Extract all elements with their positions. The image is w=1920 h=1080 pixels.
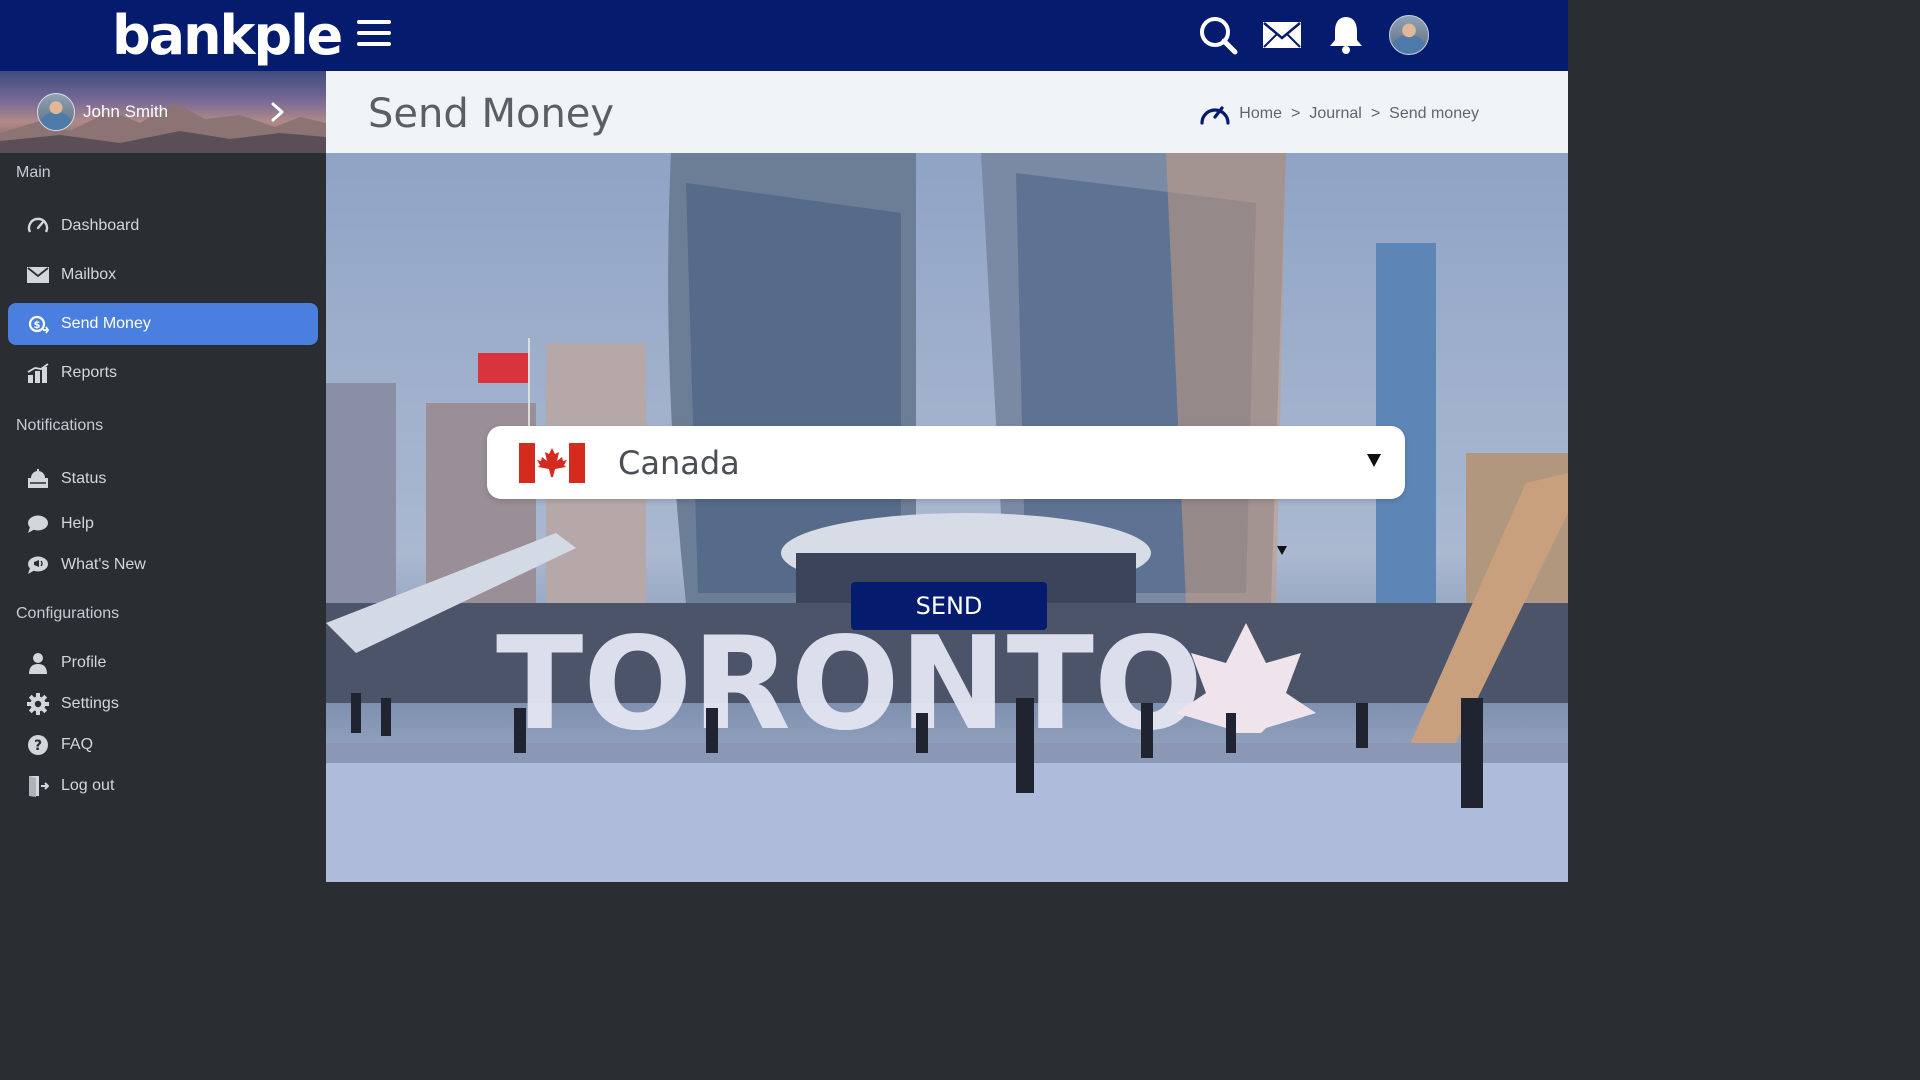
- sidebar-item-faq[interactable]: ? FAQ: [8, 724, 318, 766]
- sidebar-item-label: FAQ: [61, 736, 94, 753]
- bar-chart-icon: [26, 361, 50, 385]
- search-icon[interactable]: [1197, 14, 1239, 56]
- breadcrumb-current: Send money: [1389, 105, 1479, 122]
- money-transfer-icon: $: [26, 312, 50, 336]
- sidebar-item-reports[interactable]: Reports: [8, 352, 318, 394]
- user-name: John Smith: [83, 102, 169, 121]
- user-card[interactable]: John Smith: [0, 71, 326, 153]
- chat-bubble-icon: [26, 512, 50, 536]
- sidebar: John Smith Main Dashboard Mailbox $ Send…: [0, 71, 326, 882]
- breadcrumb: Home > Journal > Send money: [1197, 99, 1479, 129]
- envelope-icon: [26, 263, 50, 287]
- speedometer-icon: [26, 214, 50, 238]
- breadcrumb-home[interactable]: Home: [1239, 105, 1282, 123]
- user-icon: [26, 651, 50, 675]
- sidebar-item-profile[interactable]: Profile: [8, 642, 318, 684]
- sidebar-item-whats-new[interactable]: What's New: [8, 544, 318, 586]
- page-header: Send Money Home > Journal > Send money: [326, 71, 1568, 153]
- chevron-right-icon[interactable]: [268, 101, 288, 123]
- top-navbar: bankple: [0, 0, 1568, 71]
- door-exit-icon: [26, 774, 50, 798]
- sidebar-item-label: Reports: [61, 364, 118, 381]
- sidebar-item-logout[interactable]: Log out: [8, 765, 318, 807]
- sidebar-item-label: Settings: [61, 695, 119, 712]
- bankple-logo[interactable]: bankple: [112, 2, 343, 68]
- sidebar-item-label: Send Money: [61, 315, 151, 332]
- sidebar-item-dashboard[interactable]: Dashboard: [8, 205, 318, 247]
- svg-text:?: ?: [34, 738, 42, 754]
- selected-country: Canada: [618, 444, 740, 482]
- breadcrumb-separator: >: [1290, 105, 1301, 122]
- country-select[interactable]: Canada: [487, 426, 1405, 499]
- toronto-city-hall-illustration: TORONTO: [326, 153, 1568, 882]
- send-button[interactable]: SEND: [851, 582, 1047, 630]
- speedometer-icon: [1200, 106, 1230, 125]
- sidebar-item-label: Help: [61, 515, 94, 532]
- small-dropdown-arrow-icon[interactable]: [1277, 546, 1287, 555]
- section-configurations: Configurations: [16, 605, 120, 622]
- sidebar-item-label: Dashboard: [61, 217, 140, 234]
- breadcrumb-separator: >: [1370, 105, 1381, 122]
- sidebar-item-help[interactable]: Help: [8, 503, 318, 545]
- sidebar-item-mailbox[interactable]: Mailbox: [8, 254, 318, 296]
- sidebar-item-label: Status: [61, 470, 107, 487]
- sidebar-item-label: Log out: [61, 777, 115, 794]
- bell-icon[interactable]: [1325, 14, 1367, 56]
- sidebar-item-label: What's New: [61, 556, 146, 573]
- svg-text:$: $: [34, 320, 41, 331]
- dropdown-arrow-icon[interactable]: [1367, 454, 1381, 467]
- hero-background-image: TORONTO: [326, 153, 1568, 882]
- section-main: Main: [16, 164, 51, 181]
- section-notifications: Notifications: [16, 417, 104, 434]
- sidebar-item-label: Mailbox: [61, 266, 117, 283]
- sidebar-item-settings[interactable]: Settings: [8, 683, 318, 725]
- status-icon: [26, 467, 50, 491]
- gear-icon: [26, 692, 50, 716]
- question-icon: ?: [26, 733, 50, 757]
- avatar[interactable]: [1389, 15, 1429, 55]
- canada-flag-icon: [519, 443, 585, 483]
- toronto-sign: TORONTO: [496, 610, 1203, 759]
- breadcrumb-journal[interactable]: Journal: [1309, 105, 1361, 123]
- mail-icon[interactable]: [1261, 14, 1303, 56]
- menu-icon[interactable]: [357, 20, 391, 50]
- user-avatar[interactable]: [37, 93, 75, 131]
- sidebar-item-send-money[interactable]: $ Send Money: [8, 303, 318, 345]
- page-title: Send Money: [368, 91, 615, 137]
- sidebar-item-label: Profile: [61, 654, 107, 671]
- megaphone-icon: [26, 553, 50, 577]
- sidebar-item-status[interactable]: Status: [8, 458, 318, 500]
